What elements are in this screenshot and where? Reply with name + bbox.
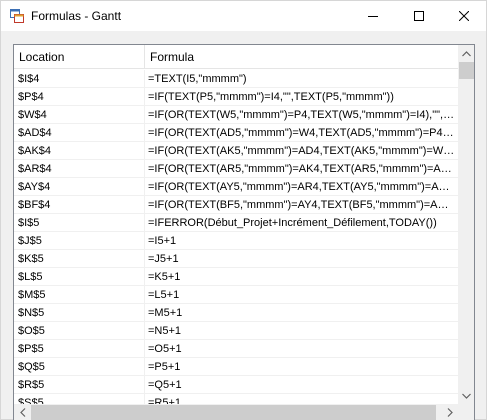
formula-cell: =Q5+1 bbox=[148, 379, 182, 391]
table-row[interactable]: $I$5 =IFERROR(Début_Projet+Incrément_Défi… bbox=[14, 214, 458, 232]
location-cell: $AD$4 bbox=[18, 127, 52, 139]
formula-cell: =IF(OR(TEXT(AY5,"mmmm")=AR4,TEXT(AY5,"mm… bbox=[148, 181, 456, 193]
location-cell: $J$5 bbox=[18, 235, 42, 247]
table-row[interactable]: $Q$5 =P5+1 bbox=[14, 358, 458, 376]
formula-list-view[interactable]: Location Formula $I$4 =TEXT(I5,"mmmm") $P$… bbox=[13, 44, 475, 420]
scroll-up-button[interactable] bbox=[458, 45, 474, 62]
table-row[interactable]: $AR$4 =IF(OR(TEXT(AR5,"mmmm")=AK4,TEXT(AR… bbox=[14, 160, 458, 178]
table-row[interactable]: $L$5 =K5+1 bbox=[14, 268, 458, 286]
window-title: Formulas - Gantt bbox=[31, 9, 122, 23]
table-row[interactable]: $J$5 =I5+1 bbox=[14, 232, 458, 250]
formula-cell: =IF(OR(TEXT(W5,"mmmm")=P4,TEXT(W5,"mmmm"… bbox=[148, 109, 456, 121]
formula-cell: =L5+1 bbox=[148, 289, 180, 301]
location-cell: $P$5 bbox=[18, 343, 44, 355]
table-row[interactable]: $AY$4 =IF(OR(TEXT(AY5,"mmmm")=AR4,TEXT(AY… bbox=[14, 178, 458, 196]
table-row[interactable]: $W$4 =IF(OR(TEXT(W5,"mmmm")=P4,TEXT(W5,"m… bbox=[14, 106, 458, 124]
location-cell: $O$5 bbox=[18, 325, 45, 337]
title-bar[interactable]: Formulas - Gantt bbox=[1, 1, 486, 31]
formula-cell: =R5+1 bbox=[148, 397, 182, 404]
minimize-button[interactable] bbox=[350, 1, 395, 31]
formula-cell: =IF(OR(TEXT(AK5,"mmmm")=AD4,TEXT(AK5,"mm… bbox=[148, 145, 456, 157]
horizontal-scroll-thumb[interactable] bbox=[31, 405, 436, 420]
formula-cell: =IF(OR(TEXT(AD5,"mmmm")=W4,TEXT(AD5,"mmm… bbox=[148, 127, 456, 139]
window-app-icon bbox=[10, 9, 24, 23]
table-row[interactable]: $R$5 =Q5+1 bbox=[14, 376, 458, 394]
column-header-location[interactable]: Location bbox=[14, 45, 145, 69]
minimize-icon bbox=[367, 16, 378, 17]
vertical-scrollbar[interactable] bbox=[458, 45, 474, 404]
column-header-formula[interactable]: Formula bbox=[145, 45, 458, 69]
scroll-left-arrow-icon bbox=[19, 408, 25, 417]
table-row[interactable]: $P$4 =IF(TEXT(P5,"mmmm")=I4,"",TEXT(P5,"m… bbox=[14, 88, 458, 106]
list-rows: $I$4 =TEXT(I5,"mmmm") $P$4 =IF(TEXT(P5,"mmm… bbox=[14, 70, 458, 404]
location-cell: $R$5 bbox=[18, 379, 45, 391]
formula-cell: =IF(OR(TEXT(AR5,"mmmm")=AK4,TEXT(AR5,"mm… bbox=[148, 163, 456, 175]
formula-cell: =K5+1 bbox=[148, 271, 181, 283]
location-cell: $L$5 bbox=[18, 271, 43, 283]
table-row[interactable]: $O$5 =N5+1 bbox=[14, 322, 458, 340]
table-row[interactable]: $P$5 =O5+1 bbox=[14, 340, 458, 358]
list-header: Location Formula bbox=[14, 45, 458, 69]
maximize-button[interactable] bbox=[396, 1, 441, 31]
location-cell: $I$4 bbox=[18, 73, 40, 85]
close-button[interactable] bbox=[441, 1, 486, 31]
scroll-up-arrow-icon bbox=[462, 50, 471, 56]
formula-cell: =I5+1 bbox=[148, 235, 177, 247]
table-row[interactable]: $I$4 =TEXT(I5,"mmmm") bbox=[14, 70, 458, 88]
location-cell: $AY$4 bbox=[18, 181, 51, 193]
location-cell: $M$5 bbox=[18, 289, 46, 301]
formula-cell: =M5+1 bbox=[148, 307, 183, 319]
scroll-right-button[interactable] bbox=[441, 404, 458, 420]
close-icon bbox=[458, 11, 469, 21]
formula-cell: =IFERROR(Début_Projet+Incrément_Défileme… bbox=[148, 217, 437, 229]
location-cell: $BF$4 bbox=[18, 199, 51, 211]
table-row[interactable]: $AD$4 =IF(OR(TEXT(AD5,"mmmm")=W4,TEXT(AD5… bbox=[14, 124, 458, 142]
table-row[interactable]: $M$5 =L5+1 bbox=[14, 286, 458, 304]
location-cell: $AR$4 bbox=[18, 163, 52, 175]
scroll-down-button[interactable] bbox=[458, 387, 474, 404]
location-cell: $P$4 bbox=[18, 91, 44, 103]
formula-cell: =IF(TEXT(P5,"mmmm")=I4,"",TEXT(P5,"mmmm"… bbox=[148, 91, 394, 103]
location-cell: $N$5 bbox=[18, 307, 45, 319]
formulas-window: Formulas - Gantt Location Formula $I$4 =T… bbox=[0, 0, 487, 420]
formula-cell: =J5+1 bbox=[148, 253, 179, 265]
location-cell: $Q$5 bbox=[18, 361, 45, 373]
table-row[interactable]: $BF$4 =IF(OR(TEXT(BF5,"mmmm")=AY4,TEXT(BF… bbox=[14, 196, 458, 214]
table-row[interactable]: $K$5 =J5+1 bbox=[14, 250, 458, 268]
formula-cell: =O5+1 bbox=[148, 343, 182, 355]
location-cell: $W$4 bbox=[18, 109, 47, 121]
table-row[interactable]: $N$5 =M5+1 bbox=[14, 304, 458, 322]
location-cell: $AK$4 bbox=[18, 145, 52, 157]
scroll-left-button[interactable] bbox=[14, 404, 31, 420]
maximize-icon bbox=[413, 11, 424, 21]
scroll-down-arrow-icon bbox=[462, 393, 471, 399]
client-area: Location Formula $I$4 =TEXT(I5,"mmmm") $P$… bbox=[1, 31, 486, 420]
formula-cell: =N5+1 bbox=[148, 325, 182, 337]
location-cell: $K$5 bbox=[18, 253, 44, 265]
location-cell: $I$5 bbox=[18, 217, 40, 229]
location-cell: $S$5 bbox=[18, 397, 44, 404]
table-row[interactable]: $S$5 =R5+1 bbox=[14, 394, 458, 404]
formula-cell: =TEXT(I5,"mmmm") bbox=[148, 73, 247, 85]
formula-cell: =IF(OR(TEXT(BF5,"mmmm")=AY4,TEXT(BF5,"mm… bbox=[148, 199, 456, 211]
vertical-scroll-thumb[interactable] bbox=[459, 62, 474, 79]
scrollbar-corner bbox=[458, 404, 474, 420]
table-row[interactable]: $AK$4 =IF(OR(TEXT(AK5,"mmmm")=AD4,TEXT(AK… bbox=[14, 142, 458, 160]
horizontal-scrollbar[interactable] bbox=[14, 404, 458, 420]
scroll-right-arrow-icon bbox=[447, 408, 453, 417]
formula-cell: =P5+1 bbox=[148, 361, 181, 373]
